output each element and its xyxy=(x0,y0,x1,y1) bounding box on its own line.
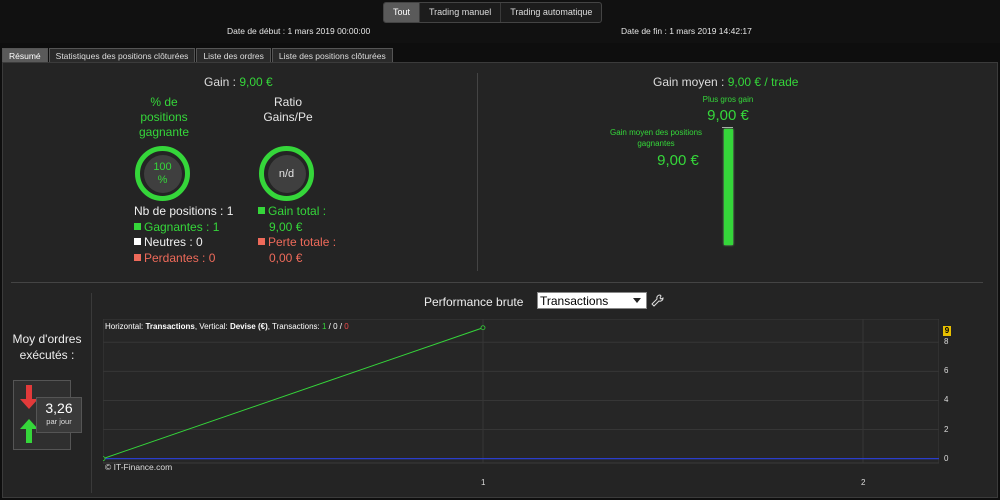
chart-ytick-label: 8 xyxy=(944,337,949,347)
wrench-icon[interactable] xyxy=(651,294,664,307)
chart-info-mid: , Vertical: xyxy=(194,322,230,331)
chevron-down-icon xyxy=(628,293,646,308)
chart-xtick-label: 1 xyxy=(481,478,486,487)
mode-tab-manual[interactable]: Trading manuel xyxy=(420,3,502,22)
avg-gain-bar xyxy=(724,129,733,245)
win-marker xyxy=(134,222,141,230)
gain-value: 9,00 € xyxy=(239,75,273,89)
tab-orders[interactable]: Liste des ordres xyxy=(196,48,271,62)
total-loss-value: 0,00 € xyxy=(269,250,303,265)
total-gain-label: Gain total : xyxy=(268,204,327,218)
avg-gain-label: Gain moyen : xyxy=(653,75,725,89)
orders-unit: par jour xyxy=(46,417,72,426)
totals: Gain total : 9,00 € Perte totale : 0,00 … xyxy=(258,204,336,266)
total-loss-label: Perte totale : xyxy=(268,235,337,249)
total-gain-value: 9,00 € xyxy=(269,219,303,234)
avg-gain-value: 9,00 € / trade xyxy=(727,75,799,89)
pct-winning-value: 100 % xyxy=(153,160,172,186)
chart-plot-area xyxy=(102,318,940,464)
avg-gain-summary: Gain moyen : 9,00 € / trade xyxy=(653,75,798,89)
performance-select-value: Transactions xyxy=(540,294,609,308)
start-date: Date de début : 1 mars 2019 00:00:00 xyxy=(227,26,371,36)
performance-title: Performance brute xyxy=(424,295,524,309)
performance-chart-svg xyxy=(100,318,940,464)
chart-info: Horizontal: Transactions, Vertical: Devi… xyxy=(105,322,349,331)
performance-chart: Horizontal: Transactions, Vertical: Devi… xyxy=(100,318,940,491)
chart-ytick-label: 6 xyxy=(944,366,949,376)
ratio-gauge: n/d xyxy=(259,146,314,201)
performance-select[interactable]: Transactions xyxy=(537,292,647,309)
copyright: © IT-Finance.com xyxy=(105,462,173,472)
gain-label: Gain : xyxy=(204,75,237,89)
biggest-gain-value: 9,00 € xyxy=(707,107,749,124)
top-bar: Tout Trading manuel Trading automatique … xyxy=(0,0,1000,43)
biggest-gain-label: Plus gros gain xyxy=(702,95,754,104)
chart-info-t3: 0 xyxy=(344,322,349,331)
chart-xtick-label: 2 xyxy=(861,478,866,487)
chart-point xyxy=(480,325,486,331)
avg-win-value: 9,00 € xyxy=(657,152,699,169)
loss-marker xyxy=(134,253,141,261)
pct-winning-title: % de positions gagnante xyxy=(138,95,190,139)
end-date: Date de fin : 1 mars 2019 14:42:17 xyxy=(621,26,752,36)
orders-badge: 3,26 par jour xyxy=(36,397,82,433)
chart-info-mid2: , Transactions: xyxy=(267,322,322,331)
mode-selector: Tout Trading manuel Trading automatique xyxy=(383,2,603,23)
tab-closed-stats[interactable]: Statistiques des positions clôturées xyxy=(48,48,196,62)
tab-summary[interactable]: Résumé xyxy=(2,48,48,62)
pct-winning-gauge: 100 % xyxy=(135,146,190,201)
chart-info-v: Devise (€) xyxy=(229,322,268,331)
orders-title: Moy d'ordres exécutés : xyxy=(12,332,82,362)
chart-info-h-prefix: Horizontal: xyxy=(105,322,146,331)
summary-panel: Gain : 9,00 € % de positions gagnante 10… xyxy=(2,62,998,498)
position-counts: Nb de positions : 1 Gagnantes : 1 Neutre… xyxy=(134,204,233,266)
chart-ytick-label: 2 xyxy=(944,424,949,434)
gain-summary: Gain : 9,00 € xyxy=(204,75,273,89)
ratio-title: Ratio Gains/Pe xyxy=(263,95,313,124)
mode-tab-auto[interactable]: Trading automatique xyxy=(501,3,601,22)
chart-ytick-label: 4 xyxy=(944,395,949,405)
section-divider xyxy=(11,282,983,283)
winners-count: Gagnantes : 1 xyxy=(144,219,220,234)
losers-count: Perdantes : 0 xyxy=(144,250,216,265)
chart-ytick-label: 0 xyxy=(944,453,949,463)
neutral-marker xyxy=(134,238,141,245)
total-gain-marker xyxy=(258,207,265,214)
summary-divider xyxy=(477,73,478,271)
orders-card: 3,26 par jour xyxy=(13,380,82,450)
tab-closed-list[interactable]: Liste des positions clôturées xyxy=(271,48,393,62)
last-value-badge: 9 xyxy=(943,326,951,336)
mode-tab-all[interactable]: Tout xyxy=(384,3,421,22)
total-loss-marker xyxy=(258,238,265,245)
ratio-value: n/d xyxy=(278,167,295,180)
section-tabs: Résumé Statistiques des positions clôtur… xyxy=(2,48,394,62)
orders-value: 3,26 xyxy=(45,400,73,416)
avg-win-label: Gain moyen des positions gagnantes xyxy=(609,128,703,148)
orders-divider xyxy=(91,293,92,493)
positions-count: Nb de positions : 1 xyxy=(134,204,234,218)
neutrals-count: Neutres : 0 xyxy=(144,235,203,249)
chart-point xyxy=(100,456,106,462)
biggest-gain-marker xyxy=(722,127,733,128)
chart-info-h: Transactions xyxy=(145,322,195,331)
